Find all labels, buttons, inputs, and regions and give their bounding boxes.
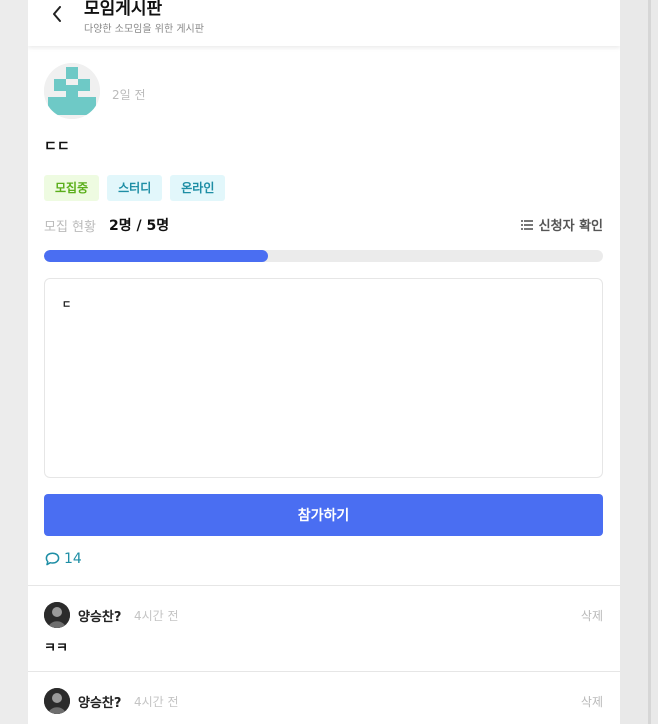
join-button[interactable]: 참가하기 [44, 494, 603, 536]
post-content: ㄷ [62, 300, 72, 311]
tag-online: 온라인 [170, 175, 226, 201]
gutter-line [648, 0, 651, 724]
tag-recruiting: 모집중 [44, 175, 100, 201]
page-header: 모임게시판 다양한 소모임을 위한 게시판 [28, 0, 620, 46]
comment-item: 양승찬? 4시간 전 삭제 ㅋㅋ [28, 586, 620, 672]
tag-list: 모집중 스터디 온라인 [44, 175, 226, 201]
profile-photo-icon [44, 602, 70, 628]
delete-comment-button[interactable]: 삭제 [581, 693, 603, 710]
view-applicants-button[interactable]: 신청자 확인 [520, 215, 603, 234]
author-avatar[interactable] [44, 63, 100, 119]
comment-item: 양승찬? 4시간 전 삭제 [28, 672, 620, 724]
tag-study: 스터디 [107, 175, 163, 201]
page-subtitle: 다양한 소모임을 위한 게시판 [84, 24, 204, 35]
page-gutter [620, 0, 658, 724]
app-container: 모임게시판 다양한 소모임을 위한 게시판 2일 전 ㄷㄷ 모집중 스터디 온라… [28, 0, 620, 724]
comment-time: 4시간 전 [134, 609, 179, 623]
post-content-box: ㄷ [44, 278, 603, 478]
comment-time: 4시간 전 [134, 695, 179, 709]
recruit-progress-fill [44, 250, 268, 262]
speech-bubble-icon [45, 552, 60, 566]
view-applicants-label: 신청자 확인 [538, 219, 603, 234]
back-button[interactable] [46, 2, 70, 26]
post-title: ㄷㄷ [44, 139, 70, 155]
post-time: 2일 전 [112, 88, 146, 102]
list-icon [520, 219, 533, 230]
comment-author[interactable]: 양승찬? [78, 692, 121, 711]
identicon-icon [44, 63, 100, 119]
delete-comment-button[interactable]: 삭제 [581, 607, 603, 624]
recruit-status-value: 2명 / 5명 [109, 218, 170, 234]
profile-photo-icon [44, 688, 70, 714]
comment-count-value: 14 [64, 551, 82, 567]
chevron-left-icon [53, 6, 61, 22]
recruit-status-label: 모집 현황 [44, 220, 96, 235]
commenter-avatar[interactable] [44, 602, 70, 628]
comment-author[interactable]: 양승찬? [78, 606, 121, 625]
commenter-avatar[interactable] [44, 688, 70, 714]
page-title: 모임게시판 [84, 0, 163, 19]
recruit-progress-bar [44, 250, 603, 262]
comment-text: ㅋㅋ [44, 641, 68, 656]
comment-count[interactable]: 14 [45, 551, 82, 567]
